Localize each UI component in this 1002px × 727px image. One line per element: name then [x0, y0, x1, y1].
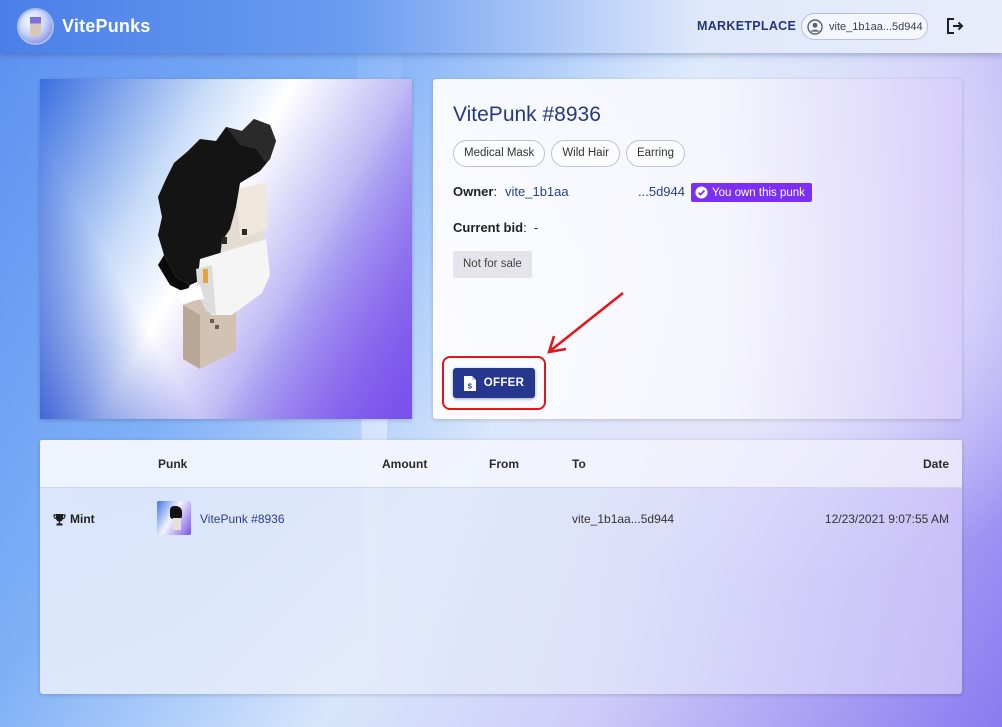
current-bid-row: Current bid: -: [453, 220, 539, 235]
brand-logo-icon[interactable]: [19, 10, 52, 43]
own-badge: You own this punk: [691, 183, 812, 202]
trait-tag[interactable]: Earring: [625, 140, 686, 167]
top-navbar: VitePunks MARKETPLACE vite_1b1aa...5d944: [0, 0, 1002, 53]
sale-status-chip: Not for sale: [453, 251, 532, 278]
date-cell: 12/23/2021 9:07:55 AM: [824, 512, 949, 526]
current-bid-value: -: [533, 220, 539, 235]
event-label: Mint: [70, 512, 95, 526]
column-header-punk: Punk: [158, 457, 188, 471]
owner-label: Owner: [453, 184, 494, 199]
column-header-from: From: [489, 457, 519, 471]
current-bid-label: Current bid: [453, 220, 524, 235]
punk-thumbnail[interactable]: [157, 501, 191, 535]
table-header: Punk Amount From To Date: [40, 440, 962, 488]
owner-address-suffix[interactable]: ...5d944: [638, 184, 685, 199]
user-circle-icon: [807, 19, 823, 35]
event-cell: Mint: [53, 512, 95, 526]
trait-tag[interactable]: Wild Hair: [551, 140, 620, 167]
transaction-history-table: Punk Amount From To Date Mint VitePunk #…: [40, 440, 962, 694]
wallet-address: vite_1b1aa...5d944: [829, 21, 923, 33]
wallet-account-button[interactable]: vite_1b1aa...5d944: [801, 13, 928, 40]
column-header-to: To: [572, 457, 586, 471]
to-address-cell[interactable]: vite_1b1aa...5d944: [572, 512, 674, 526]
trait-tag[interactable]: Medical Mask: [453, 140, 546, 167]
punk-artwork: [158, 119, 276, 369]
own-badge-text: You own this punk: [712, 186, 805, 199]
verified-check-icon: [695, 186, 708, 199]
column-header-date: Date: [922, 457, 949, 471]
logout-icon[interactable]: [945, 16, 965, 36]
punk-title: VitePunk #8936: [453, 103, 601, 126]
owner-row: Owner:: [453, 184, 498, 199]
nav-marketplace-link[interactable]: MARKETPLACE: [697, 19, 796, 33]
punk-name-link[interactable]: VitePunk #8936: [200, 512, 285, 526]
annotation-arrow-icon: [547, 292, 624, 354]
annotation-highlight-box: [442, 356, 546, 410]
column-header-amount: Amount: [382, 457, 428, 471]
trophy-icon: [53, 513, 66, 525]
punk-image: [40, 79, 412, 419]
trait-tags: Medical Mask Wild Hair Earring: [453, 140, 686, 167]
owner-address-link[interactable]: vite_1b1aa: [505, 184, 569, 199]
brand-name[interactable]: VitePunks: [62, 16, 151, 37]
